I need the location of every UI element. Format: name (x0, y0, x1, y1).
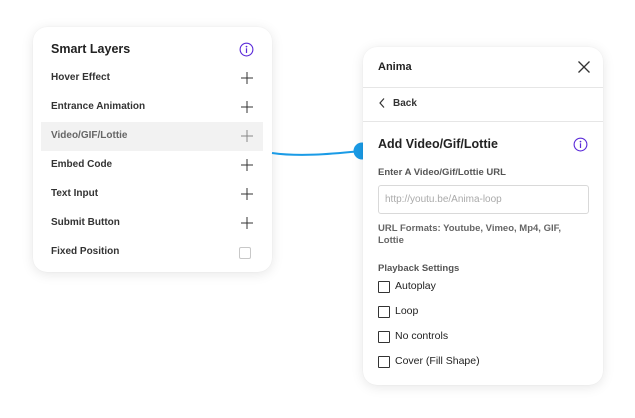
option-label: Autoplay (395, 280, 436, 292)
anima-panel: Anima Back Add Video/Gif/Lottie Enter A … (363, 47, 603, 385)
smart-layer-label: Entrance Animation (51, 101, 146, 112)
smart-layer-text-input[interactable]: Text Input (41, 180, 263, 209)
info-icon[interactable] (573, 137, 588, 152)
back-divider (363, 121, 603, 122)
smart-layer-video-gif-lottie[interactable]: Video/GIF/Lottie (41, 122, 263, 151)
smart-layer-label: Text Input (51, 188, 99, 199)
option-label: Loop (395, 305, 419, 317)
plus-icon[interactable] (241, 130, 253, 142)
url-formats-hint: URL Formats: Youtube, Vimeo, Mp4, GIF, L… (378, 223, 561, 246)
smart-layers-title: Smart Layers (51, 42, 131, 56)
smart-layers-panel: Smart Layers Hover Effect Entrance Anima… (33, 27, 272, 272)
smart-layer-label: Hover Effect (51, 72, 110, 83)
smart-layer-entrance-animation[interactable]: Entrance Animation (41, 93, 263, 122)
back-label: Back (393, 98, 417, 109)
plus-icon[interactable] (241, 101, 253, 113)
smart-layer-label: Submit Button (51, 217, 120, 228)
option-label: Cover (Fill Shape) (395, 355, 480, 367)
anima-panel-title: Anima (378, 61, 412, 73)
section-title: Add Video/Gif/Lottie (378, 137, 498, 151)
cover-fill-shape-checkbox[interactable] (378, 356, 390, 368)
playback-settings-title: Playback Settings (378, 263, 460, 274)
url-field-label: Enter A Video/Gif/Lottie URL (378, 167, 506, 178)
smart-layer-submit-button[interactable]: Submit Button (41, 209, 263, 238)
info-icon[interactable] (239, 42, 254, 57)
plus-icon[interactable] (241, 159, 253, 171)
close-icon[interactable] (577, 60, 591, 74)
plus-icon[interactable] (241, 188, 253, 200)
smart-layer-hover-effect[interactable]: Hover Effect (41, 64, 263, 93)
no-controls-checkbox[interactable] (378, 331, 390, 343)
smart-layer-label: Embed Code (51, 159, 113, 170)
option-label: No controls (395, 330, 449, 342)
smart-layer-label: Fixed Position (51, 246, 120, 257)
smart-layer-label: Video/GIF/Lottie (51, 130, 128, 141)
chevron-left-icon (379, 98, 385, 108)
header-divider (363, 87, 603, 88)
smart-layer-embed-code[interactable]: Embed Code (41, 151, 263, 180)
url-input[interactable] (378, 185, 589, 214)
plus-icon[interactable] (241, 72, 253, 84)
fixed-position-checkbox[interactable] (239, 247, 251, 259)
plus-icon[interactable] (241, 217, 253, 229)
autoplay-checkbox[interactable] (378, 281, 390, 293)
loop-checkbox[interactable] (378, 306, 390, 318)
smart-layer-fixed-position[interactable]: Fixed Position (41, 238, 263, 267)
